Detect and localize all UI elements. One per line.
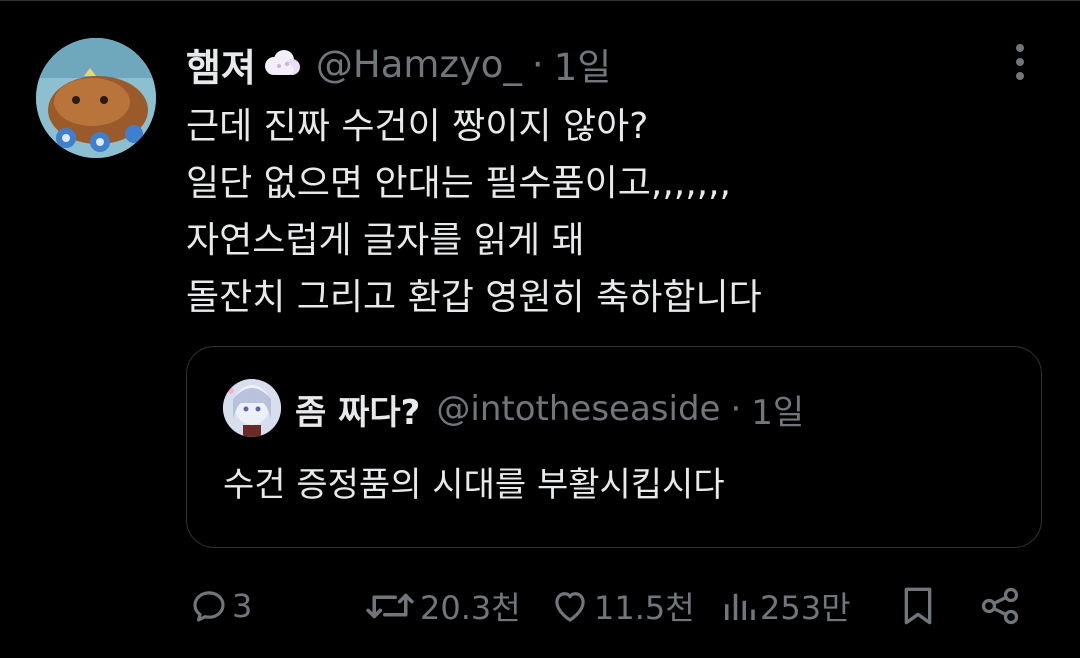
- tweet-text-line: 일단 없으면 안대는 필수품이고,,,,,,,: [186, 163, 731, 204]
- share-button[interactable]: [978, 580, 1022, 632]
- tweet-text-line: 돌잔치 그리고 환갑 영원히 축하합니다: [186, 277, 762, 318]
- author-handle[interactable]: @Hamzyo_: [316, 43, 522, 86]
- views-count: 253만: [760, 589, 851, 627]
- cloud-icon: [262, 49, 302, 79]
- more-dot-icon: [1016, 44, 1024, 52]
- author-display-name[interactable]: 햄져: [186, 37, 256, 92]
- views-button[interactable]: 253만: [720, 580, 851, 632]
- tweet-actions-bar: 3 20.3천 11.5천 253만: [186, 580, 1036, 632]
- reply-icon: [193, 591, 225, 622]
- quoted-avatar-image: [223, 379, 281, 437]
- tweet-text: 근데 진짜 수건이 짱이지 않아? 일단 없으면 안대는 필수품이고,,,,,,…: [186, 98, 762, 326]
- quoted-tweet-text: 수건 증정품의 시대를 부활시킵시다: [223, 465, 725, 505]
- reply-button[interactable]: 3: [188, 580, 252, 632]
- more-options-button[interactable]: [1004, 42, 1036, 82]
- reply-count: 3: [232, 587, 253, 625]
- avatar-image: [36, 38, 156, 158]
- retweet-icon: [366, 593, 414, 619]
- retweet-button[interactable]: 20.3천: [362, 580, 521, 632]
- retweet-count: 20.3천: [420, 589, 521, 627]
- tweet-text-line: 자연스럽게 글자를 읽게 돼: [186, 220, 585, 261]
- tweet-timestamp[interactable]: 1일: [554, 37, 612, 91]
- quoted-author-display-name[interactable]: 좀 짜다?: [295, 385, 420, 434]
- quoted-tweet-card[interactable]: 좀 짜다? @intotheseaside · 1일 수건 증정품의 시대를 부…: [186, 346, 1042, 548]
- like-button[interactable]: 11.5천: [548, 580, 695, 632]
- more-dot-icon: [1016, 58, 1024, 66]
- tweet-text-line: 근데 진짜 수건이 짱이지 않아?: [186, 106, 649, 147]
- bookmark-button[interactable]: [898, 580, 938, 632]
- top-divider: [0, 0, 1080, 1]
- separator-dot: ·: [531, 42, 544, 86]
- share-icon: [981, 587, 1019, 625]
- quoted-tweet-header: 좀 짜다? @intotheseaside · 1일: [295, 383, 804, 435]
- author-avatar[interactable]: [36, 38, 156, 158]
- more-dot-icon: [1016, 72, 1024, 80]
- tweet-header: 햄져 @Hamzyo_ · 1일: [186, 36, 611, 92]
- quoted-author-handle[interactable]: @intotheseaside: [436, 389, 720, 429]
- analytics-icon: [725, 593, 755, 620]
- quoted-tweet-timestamp[interactable]: 1일: [751, 385, 804, 434]
- separator-dot: ·: [730, 389, 742, 429]
- quoted-author-avatar[interactable]: [223, 379, 281, 437]
- heart-icon: [555, 592, 585, 622]
- bookmark-icon: [904, 587, 932, 625]
- like-count: 11.5천: [594, 589, 695, 627]
